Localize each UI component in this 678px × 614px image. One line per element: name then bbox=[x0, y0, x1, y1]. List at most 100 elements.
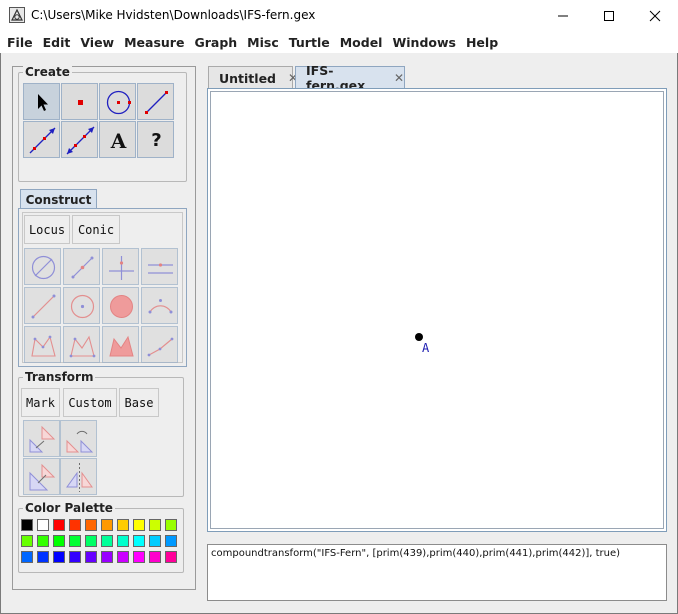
perpendicular-tool[interactable] bbox=[102, 248, 139, 285]
document-frame: A bbox=[207, 88, 667, 532]
color-swatch[interactable] bbox=[101, 519, 113, 531]
command-console[interactable]: compoundtransform("IFS-Fern", [prim(439)… bbox=[207, 544, 667, 601]
color-swatch[interactable] bbox=[37, 519, 49, 531]
reflect-icon bbox=[66, 463, 93, 492]
menu-model[interactable]: Model bbox=[335, 35, 388, 50]
point-icon bbox=[78, 100, 83, 105]
color-swatch[interactable] bbox=[117, 519, 129, 531]
bisector-tool[interactable] bbox=[24, 287, 61, 324]
arc-tool[interactable] bbox=[141, 287, 178, 324]
circle-center-tool[interactable] bbox=[63, 287, 100, 324]
circle-tool[interactable] bbox=[99, 83, 136, 120]
mark-button[interactable]: Mark bbox=[21, 388, 60, 417]
color-swatch[interactable] bbox=[165, 519, 177, 531]
menu-view[interactable]: View bbox=[75, 35, 119, 50]
transform-group: Transform Mark Custom Base bbox=[18, 370, 184, 497]
console-text: compoundtransform("IFS-Fern", [prim(439)… bbox=[211, 548, 621, 559]
color-swatch[interactable] bbox=[85, 551, 97, 563]
drawing-canvas[interactable]: A bbox=[210, 91, 664, 529]
menu-graph[interactable]: Graph bbox=[189, 35, 242, 50]
dilate-tool[interactable] bbox=[23, 458, 60, 495]
circle-diameter-icon bbox=[31, 255, 56, 280]
help-tool-label: ? bbox=[151, 130, 162, 151]
color-swatch[interactable] bbox=[117, 535, 129, 547]
color-swatch[interactable] bbox=[53, 535, 65, 547]
point-tool[interactable] bbox=[61, 83, 98, 120]
filled-polygon-icon bbox=[109, 335, 134, 357]
color-swatch[interactable] bbox=[69, 551, 81, 563]
geometry-explorer-icon bbox=[9, 7, 25, 23]
translate-tool[interactable] bbox=[23, 420, 60, 457]
color-swatch[interactable] bbox=[133, 535, 145, 547]
color-swatch[interactable] bbox=[85, 535, 97, 547]
color-swatch[interactable] bbox=[165, 551, 177, 563]
color-swatch[interactable] bbox=[53, 519, 65, 531]
color-swatch[interactable] bbox=[69, 535, 81, 547]
tab-ifs-fern[interactable]: IFS-fern.gex ✕ bbox=[295, 63, 405, 93]
color-swatch[interactable] bbox=[101, 535, 113, 547]
circle-diameter-tool[interactable] bbox=[24, 248, 61, 285]
minimize-icon bbox=[558, 15, 568, 16]
menu-help[interactable]: Help bbox=[461, 35, 503, 50]
custom-button[interactable]: Custom bbox=[63, 388, 117, 417]
window-title: C:\Users\Mike Hvidsten\Downloads\IFS-fer… bbox=[31, 8, 316, 22]
menu-edit[interactable]: Edit bbox=[38, 35, 76, 50]
color-swatch[interactable] bbox=[53, 551, 65, 563]
filled-circle-tool[interactable] bbox=[102, 287, 139, 324]
minimize-button[interactable] bbox=[540, 0, 586, 31]
color-swatch[interactable] bbox=[21, 519, 33, 531]
conic-button[interactable]: Conic bbox=[72, 215, 120, 244]
menu-misc[interactable]: Misc bbox=[242, 35, 284, 50]
color-swatch[interactable] bbox=[165, 535, 177, 547]
menu-windows[interactable]: Windows bbox=[387, 35, 461, 50]
color-swatch[interactable] bbox=[37, 551, 49, 563]
dilate-icon bbox=[29, 463, 56, 491]
menu-turtle[interactable]: Turtle bbox=[284, 35, 335, 50]
polygon-vertices-tool[interactable] bbox=[63, 326, 100, 363]
select-tool[interactable] bbox=[23, 83, 60, 120]
maximize-button[interactable] bbox=[586, 0, 632, 31]
tab-untitled[interactable]: Untitled ✕ bbox=[208, 66, 298, 89]
close-tab-icon[interactable]: ✕ bbox=[394, 71, 404, 85]
segment-tool[interactable] bbox=[137, 83, 174, 120]
color-palette-group: Color Palette bbox=[18, 501, 184, 573]
polygon-tool[interactable] bbox=[24, 326, 61, 363]
arc-icon bbox=[148, 299, 173, 314]
help-tool[interactable]: ? bbox=[137, 121, 174, 158]
line-tool[interactable] bbox=[61, 121, 98, 158]
point-a-label: A bbox=[422, 341, 430, 355]
color-swatch[interactable] bbox=[133, 519, 145, 531]
color-swatch[interactable] bbox=[21, 535, 33, 547]
circle-icon bbox=[106, 90, 131, 115]
base-button[interactable]: Base bbox=[119, 388, 159, 417]
color-swatch[interactable] bbox=[117, 551, 129, 563]
color-swatch[interactable] bbox=[133, 551, 145, 563]
menu-file[interactable]: File bbox=[2, 35, 38, 50]
point-a[interactable] bbox=[415, 333, 423, 341]
filled-polygon-tool[interactable] bbox=[102, 326, 139, 363]
tab-construct[interactable]: Construct bbox=[20, 189, 97, 209]
create-title: Create bbox=[23, 65, 72, 79]
menu-measure[interactable]: Measure bbox=[119, 35, 189, 50]
color-swatch[interactable] bbox=[69, 519, 81, 531]
ray-tool[interactable] bbox=[23, 121, 60, 158]
color-swatch[interactable] bbox=[21, 551, 33, 563]
color-swatch[interactable] bbox=[149, 535, 161, 547]
color-swatch[interactable] bbox=[149, 519, 161, 531]
midpoint-tool[interactable] bbox=[63, 248, 100, 285]
polygon-icon bbox=[31, 335, 56, 357]
color-swatch[interactable] bbox=[149, 551, 161, 563]
color-swatch[interactable] bbox=[37, 535, 49, 547]
locus-button[interactable]: Locus bbox=[24, 215, 70, 244]
parallel-icon bbox=[148, 263, 173, 274]
reflect-tool[interactable] bbox=[60, 458, 97, 495]
color-swatch[interactable] bbox=[85, 519, 97, 531]
bezier-tool[interactable] bbox=[141, 326, 178, 363]
text-tool[interactable]: A bbox=[99, 121, 136, 158]
color-palette-grid bbox=[21, 519, 181, 569]
close-button[interactable] bbox=[632, 0, 678, 31]
parallel-tool[interactable] bbox=[141, 248, 178, 285]
color-swatch[interactable] bbox=[101, 551, 113, 563]
rotate-tool[interactable] bbox=[60, 420, 97, 457]
app-body: Create A ? Construct Locus Conic Transfo… bbox=[0, 53, 678, 614]
